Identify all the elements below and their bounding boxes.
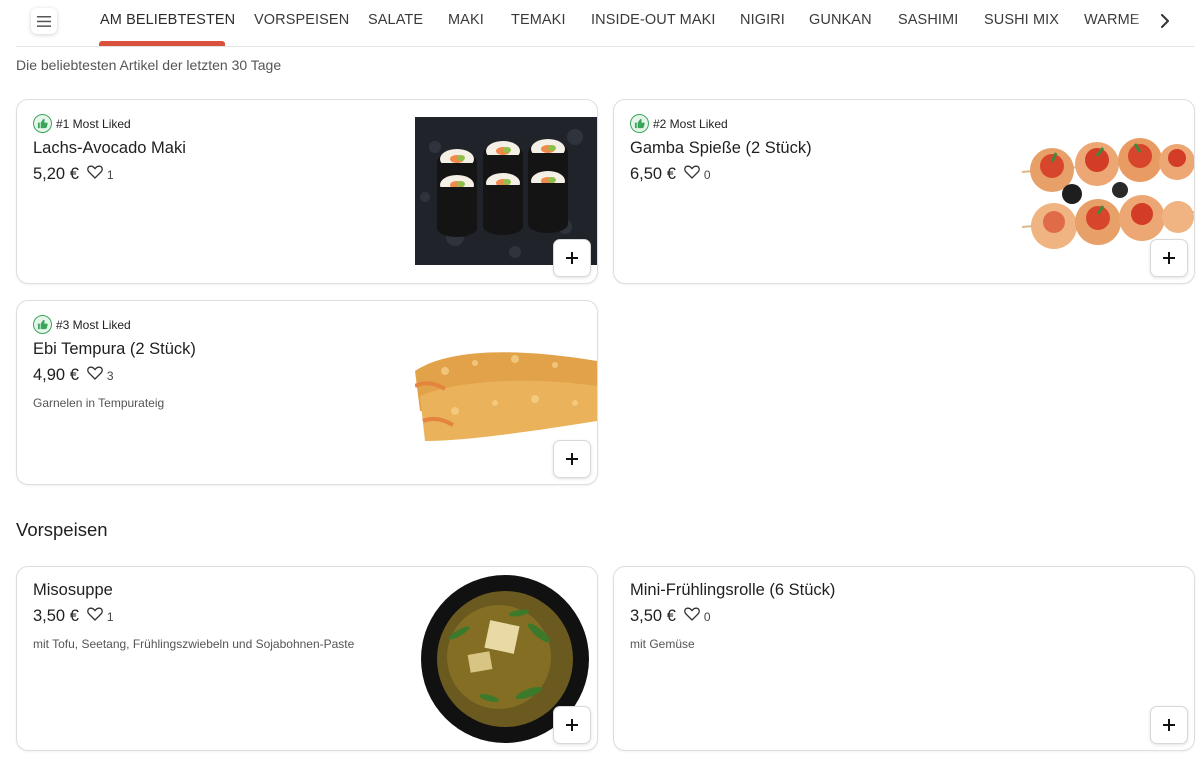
heart-icon[interactable] (684, 607, 700, 626)
item-name: Ebi Tempura (2 Stück) (33, 340, 196, 358)
plus-icon (1163, 252, 1175, 264)
nav-fade (1130, 0, 1154, 46)
item-price: 3,50 € (630, 607, 676, 625)
tab-sashimi[interactable]: SASHIMI (898, 12, 958, 28)
heart-icon[interactable] (87, 165, 103, 184)
menu-item-card[interactable]: Misosuppe 3,50 € 1 mit Tofu, Seetang, Fr… (16, 566, 598, 751)
heart-icon[interactable] (87, 366, 103, 385)
like-count: 1 (106, 167, 114, 182)
hamburger-menu-icon (37, 15, 51, 27)
item-price: 3,50 € (33, 607, 79, 625)
menu-item-card[interactable]: #1 Most Liked Lachs-Avocado Maki 5,20 € … (16, 99, 598, 284)
badge-label: #1 Most Liked (56, 116, 131, 131)
chevron-right-icon (1161, 14, 1169, 28)
tab-salate[interactable]: SALATE (368, 12, 423, 28)
most-liked-badge: #3 Most Liked (33, 315, 131, 334)
like-count: 3 (106, 368, 114, 383)
tab-sushi-mix[interactable]: SUSHI MIX (984, 12, 1059, 28)
tab-maki[interactable]: MAKI (448, 12, 484, 28)
tab-gunkan[interactable]: GUNKAN (809, 12, 872, 28)
plus-icon (566, 252, 578, 264)
add-to-cart-button[interactable] (553, 239, 591, 277)
menu-item-card[interactable]: #2 Most Liked Gamba Spieße (2 Stück) 6,5… (613, 99, 1195, 284)
add-to-cart-button[interactable] (553, 706, 591, 744)
like-count: 1 (106, 609, 114, 624)
item-name: Mini-Frühlingsrolle (6 Stück) (630, 581, 836, 599)
heart-icon[interactable] (87, 607, 103, 626)
tab-am-beliebtesten[interactable]: AM BELIEBTESTEN (100, 12, 235, 28)
heart-icon[interactable] (684, 165, 700, 184)
item-name: Misosuppe (33, 581, 113, 599)
scroll-tabs-right-button[interactable] (1154, 10, 1176, 32)
most-liked-badge: #1 Most Liked (33, 114, 131, 133)
menu-item-card[interactable]: Mini-Frühlingsrolle (6 Stück) 3,50 € 0 m… (613, 566, 1195, 751)
add-to-cart-button[interactable] (1150, 706, 1188, 744)
like-count: 0 (703, 167, 711, 182)
menu-item-card[interactable]: #3 Most Liked Ebi Tempura (2 Stück) 4,90… (16, 300, 598, 485)
badge-label: #2 Most Liked (653, 116, 728, 131)
item-name: Lachs-Avocado Maki (33, 139, 186, 157)
ebi-tempura-image (415, 352, 597, 441)
item-price: 5,20 € (33, 165, 79, 183)
most-liked-badge: #2 Most Liked (630, 114, 728, 133)
add-to-cart-button[interactable] (553, 440, 591, 478)
item-price: 6,50 € (630, 165, 676, 183)
badge-label: #3 Most Liked (56, 317, 131, 332)
menu-button[interactable] (31, 8, 57, 34)
add-to-cart-button[interactable] (1150, 239, 1188, 277)
tab-vorspeisen[interactable]: VORSPEISEN (254, 12, 349, 28)
category-nav: AM BELIEBTESTEN VORSPEISEN SALATE MAKI T… (0, 0, 1200, 47)
popular-subtitle: Die beliebtesten Artikel der letzten 30 … (16, 57, 282, 73)
plus-icon (566, 719, 578, 731)
thumbs-up-icon (630, 114, 649, 133)
item-name: Gamba Spieße (2 Stück) (630, 139, 812, 157)
nav-divider (16, 46, 1194, 47)
item-price: 4,90 € (33, 366, 79, 384)
section-title-vorspeisen: Vorspeisen (16, 519, 108, 540)
tab-temaki[interactable]: TEMAKI (511, 12, 566, 28)
thumbs-up-icon (33, 114, 52, 133)
item-description: mit Tofu, Seetang, Frühlingszwiebeln und… (33, 637, 355, 651)
plus-icon (1163, 719, 1175, 731)
tab-inside-out-maki[interactable]: INSIDE-OUT MAKI (591, 12, 716, 28)
plus-icon (566, 453, 578, 465)
like-count: 0 (703, 609, 711, 624)
item-description: Garnelen in Tempurateig (33, 396, 165, 410)
tab-nigiri[interactable]: NIGIRI (740, 12, 785, 28)
thumbs-up-icon (33, 315, 52, 334)
item-description: mit Gemüse (630, 637, 695, 651)
